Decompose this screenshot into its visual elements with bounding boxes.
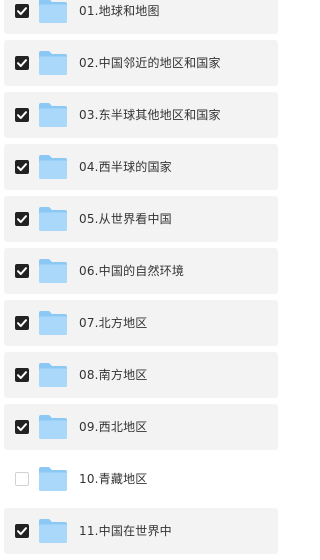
folder-icon: [38, 255, 68, 285]
file-name[interactable]: 07.北方地区: [79, 314, 147, 332]
row-checkbox[interactable]: [15, 56, 29, 70]
file-row[interactable]: 11.中国在世界中: [4, 508, 278, 554]
row-checkbox[interactable]: [15, 472, 29, 486]
folder-icon: [38, 411, 68, 441]
file-row[interactable]: 01.地球和地图: [4, 0, 278, 34]
folder-icon: [38, 359, 68, 389]
file-name[interactable]: 04.西半球的国家: [79, 158, 172, 176]
file-row[interactable]: 08.南方地区: [4, 352, 278, 398]
file-name[interactable]: 01.地球和地图: [79, 2, 160, 20]
file-row[interactable]: 03.东半球其他地区和国家: [4, 92, 278, 138]
folder-icon: [38, 463, 68, 493]
row-checkbox[interactable]: [15, 4, 29, 18]
file-name[interactable]: 11.中国在世界中: [79, 522, 172, 540]
file-name[interactable]: 05.从世界看中国: [79, 210, 172, 228]
file-list: 01.地球和地图 02.中国邻近的地区和国家 03.东半球其他地区和国家 04.…: [0, 0, 282, 560]
checkmark-icon: [17, 111, 27, 119]
file-row[interactable]: 02.中国邻近的地区和国家: [4, 40, 278, 86]
file-name[interactable]: 03.东半球其他地区和国家: [79, 106, 221, 124]
file-row[interactable]: 09.西北地区: [4, 404, 278, 450]
checkmark-icon: [17, 319, 27, 327]
row-checkbox[interactable]: [15, 368, 29, 382]
file-row[interactable]: 07.北方地区: [4, 300, 278, 346]
checkmark-icon: [17, 423, 27, 431]
folder-icon: [38, 151, 68, 181]
file-name[interactable]: 09.西北地区: [79, 418, 147, 436]
folder-icon: [38, 99, 68, 129]
row-checkbox[interactable]: [15, 108, 29, 122]
row-checkbox[interactable]: [15, 420, 29, 434]
row-checkbox[interactable]: [15, 524, 29, 538]
checkmark-icon: [17, 163, 27, 171]
checkmark-icon: [17, 7, 27, 15]
file-row[interactable]: 06.中国的自然环境: [4, 248, 278, 294]
folder-icon: [38, 515, 68, 545]
folder-icon: [38, 47, 68, 77]
file-name[interactable]: 08.南方地区: [79, 366, 147, 384]
file-row[interactable]: 10.青藏地区: [4, 456, 278, 502]
checkmark-icon: [17, 215, 27, 223]
folder-icon: [38, 307, 68, 337]
row-checkbox[interactable]: [15, 160, 29, 174]
file-name[interactable]: 06.中国的自然环境: [79, 262, 184, 280]
file-row[interactable]: 04.西半球的国家: [4, 144, 278, 190]
file-row[interactable]: 05.从世界看中国: [4, 196, 278, 242]
checkmark-icon: [17, 59, 27, 67]
checkmark-icon: [17, 267, 27, 275]
checkmark-icon: [17, 371, 27, 379]
row-checkbox[interactable]: [15, 316, 29, 330]
folder-icon: [38, 0, 68, 25]
row-checkbox[interactable]: [15, 212, 29, 226]
checkmark-icon: [17, 527, 27, 535]
row-checkbox[interactable]: [15, 264, 29, 278]
folder-icon: [38, 203, 68, 233]
file-name[interactable]: 10.青藏地区: [79, 470, 147, 488]
file-name[interactable]: 02.中国邻近的地区和国家: [79, 54, 221, 72]
